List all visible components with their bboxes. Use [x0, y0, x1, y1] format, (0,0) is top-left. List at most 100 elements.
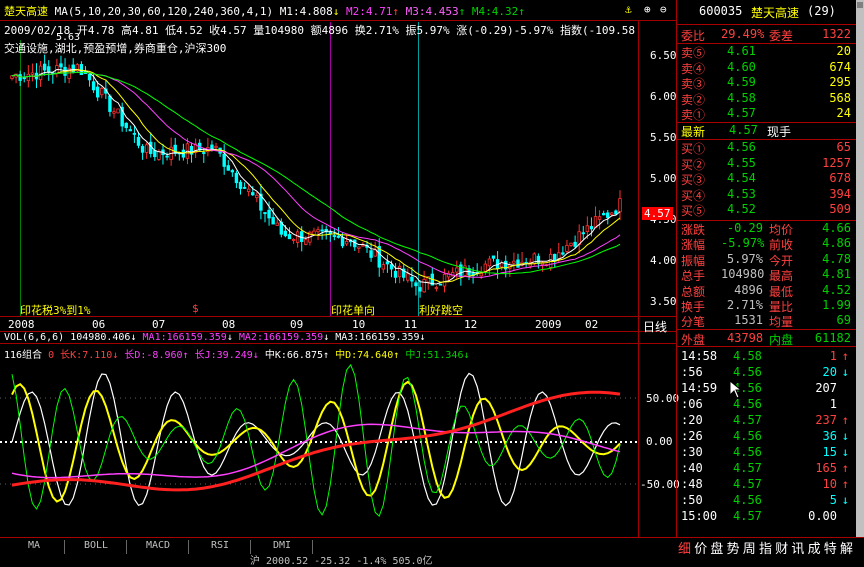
- ind-k-mid: 中K:66.875: [264, 350, 324, 361]
- candle-body: [414, 282, 418, 287]
- candle-body: [491, 255, 496, 259]
- panel-tab[interactable]: 周: [743, 538, 756, 557]
- panel-tab[interactable]: 财: [775, 538, 788, 557]
- candle-body: [316, 229, 320, 233]
- panel-tab[interactable]: 讯: [791, 538, 804, 557]
- candle-body: [601, 213, 606, 216]
- candle-body: [418, 287, 422, 292]
- arrow-down-icon: ↓: [841, 429, 849, 443]
- tick-time: :20: [681, 413, 703, 427]
- panel-tab[interactable]: 指: [759, 538, 772, 557]
- candle-body: [238, 181, 243, 189]
- vertical-scrollbar[interactable]: [856, 0, 864, 560]
- annotation-stamp-single: 印花单向: [331, 304, 375, 317]
- tick-time: :06: [681, 397, 703, 411]
- panel-tab[interactable]: 成: [808, 538, 821, 557]
- tick-price: 4.56: [733, 429, 762, 443]
- indicator-tab-ma[interactable]: MA: [4, 540, 65, 554]
- stat-value: 4.86: [822, 236, 851, 251]
- tick-price: 4.57: [733, 477, 762, 491]
- current-price-tag: 4.57: [642, 207, 673, 220]
- sell-row: 卖③ 4.59 295: [677, 75, 857, 91]
- sell-label: 卖①: [681, 108, 706, 122]
- candle-body: [26, 73, 31, 81]
- ind-d-long: 长D:-8.960: [124, 350, 183, 361]
- indicator-tab-rsi[interactable]: RSI: [190, 540, 251, 554]
- vol-label: VOL(6,6,6): [4, 332, 65, 343]
- tick-row[interactable]: 14:59 4.56 207: [677, 381, 857, 397]
- tick-row[interactable]: :06 4.56 1: [677, 397, 857, 413]
- tick-volume: 36: [822, 429, 837, 443]
- candle-body: [222, 153, 226, 167]
- candle-body: [263, 212, 267, 215]
- buy-volume: 678: [829, 171, 851, 185]
- candle-body: [22, 77, 26, 80]
- date-tick: 2009: [535, 318, 562, 331]
- arrow-up-icon: ↑: [841, 477, 849, 491]
- candle-body: [95, 86, 100, 98]
- mouse-cursor-icon: [729, 380, 743, 399]
- tick-price: 4.56: [733, 493, 762, 507]
- weicha-label: 委差: [769, 29, 794, 43]
- panel-tab[interactable]: 细: [678, 538, 691, 557]
- ohlc-line: 2009/02/18 开4.78 高4.81 低4.52 收4.57 量1049…: [4, 24, 635, 37]
- sell-volume: 674: [829, 59, 851, 74]
- candle-body: [132, 132, 137, 135]
- candle-body: [328, 231, 332, 235]
- period-mode[interactable]: 日线: [643, 318, 667, 335]
- panel-tab[interactable]: 盘: [710, 538, 723, 557]
- buy-volume: 394: [829, 186, 851, 201]
- candle-body: [438, 283, 443, 286]
- tick-row[interactable]: :50 4.56 5 ↓: [677, 493, 857, 509]
- tick-time: :56: [681, 365, 703, 379]
- tick-volume: 10: [822, 477, 837, 491]
- tick-volume: 0.00: [808, 509, 837, 523]
- panel-tab[interactable]: 解: [840, 538, 853, 557]
- buy-volume: 1257: [822, 155, 851, 170]
- candle-body: [455, 267, 459, 273]
- buy-price: 4.52: [727, 202, 756, 216]
- ma-m1: M1:4.808: [279, 5, 333, 18]
- sell-volume: 295: [829, 75, 851, 89]
- anchor-icon[interactable]: ⚓: [625, 3, 632, 16]
- sell-row: 卖① 4.57 24: [677, 106, 857, 122]
- chart-canvas[interactable]: [0, 0, 676, 537]
- candle-body: [271, 217, 275, 225]
- tick-row[interactable]: :40 4.57 165 ↑: [677, 461, 857, 477]
- tick-row[interactable]: :30 4.56 15 ↓: [677, 445, 857, 461]
- candle-body: [128, 129, 133, 132]
- price-tick: 6.50: [650, 49, 677, 62]
- candle-body: [42, 63, 47, 71]
- main-chart-area[interactable]: 楚天高速 MA(5,10,20,30,60,120,240,360,4,1) M…: [0, 0, 680, 537]
- panel-tab[interactable]: 特: [824, 538, 837, 557]
- panel-tab[interactable]: 价: [694, 538, 707, 557]
- candle-body: [108, 95, 112, 112]
- tick-row[interactable]: :26 4.56 36 ↓: [677, 429, 857, 445]
- price-tick: 6.00: [650, 90, 677, 103]
- sell-label: 卖②: [681, 92, 706, 107]
- candle-body: [149, 141, 153, 154]
- panel-tab[interactable]: 势: [727, 538, 740, 557]
- vol-value: 104980.406: [70, 332, 131, 343]
- indicator-tab-boll[interactable]: BOLL: [66, 540, 127, 554]
- stock-name: 楚天高速: [4, 5, 48, 18]
- indicator-tab-macd[interactable]: MACD: [128, 540, 189, 554]
- zoom-out-icon[interactable]: ⊖: [660, 3, 667, 16]
- annotation-gap: 利好跳空: [419, 304, 463, 317]
- tick-row[interactable]: 15:00 4.57 0.00: [677, 509, 857, 525]
- vol-ma2: MA2:166159.359: [238, 332, 324, 343]
- zoom-in-icon[interactable]: ⊕: [644, 3, 651, 16]
- tick-row[interactable]: :56 4.56 20 ↓: [677, 365, 857, 381]
- stat-value: 1.99: [822, 298, 851, 312]
- weicha-value: 1322: [822, 27, 851, 41]
- tick-row[interactable]: :20 4.57 237 ↑: [677, 413, 857, 429]
- tick-row[interactable]: :48 4.57 10 ↑: [677, 477, 857, 493]
- tick-row[interactable]: 14:58 4.58 1 ↑: [677, 349, 857, 365]
- quote-panel: 600035 楚天高速 (29) 委比 29.49% 委差 1322 卖⑤ 4.6…: [676, 0, 857, 537]
- stat-value: 104980: [721, 267, 765, 282]
- date-tick: 07: [152, 318, 166, 331]
- candle-body: [300, 231, 304, 242]
- candle-body: [202, 152, 206, 154]
- candle-body: [573, 241, 577, 247]
- candle-body: [91, 81, 96, 91]
